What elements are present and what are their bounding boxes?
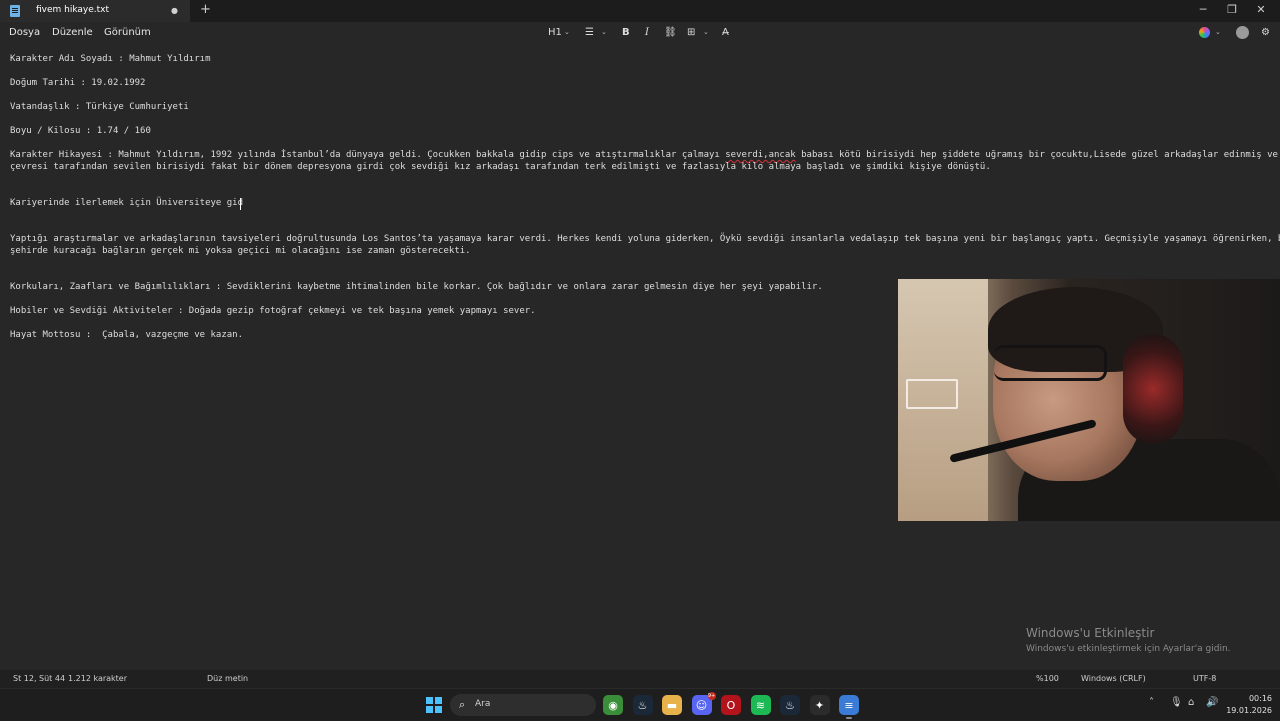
folder-icon[interactable]: ▬ bbox=[662, 695, 682, 715]
tab-fivem-hikaye[interactable]: fivem hikaye.txt ● bbox=[0, 0, 190, 22]
steam-icon[interactable]: ♨ bbox=[632, 695, 653, 715]
table-icon[interactable]: ⊞ bbox=[687, 27, 695, 38]
line-citizenship: Vatandaşlık : Türkiye Cumhuriyeti bbox=[10, 102, 189, 112]
text-caret bbox=[240, 198, 241, 210]
windows-start-icon[interactable] bbox=[426, 697, 442, 713]
unsaved-dot-icon[interactable]: ● bbox=[171, 6, 178, 15]
menu-view[interactable]: Görünüm bbox=[104, 27, 151, 38]
bold-button[interactable]: B bbox=[622, 27, 630, 38]
story-text-b: babası kötü birisiydi hep şiddete uğramı… bbox=[795, 150, 1278, 160]
line-endings[interactable]: Windows (CRLF) bbox=[1081, 674, 1146, 683]
notepad-icon[interactable]: ≡ bbox=[839, 695, 859, 719]
microphone-icon[interactable]: 🎙 bbox=[1170, 697, 1183, 708]
webcam-shelf bbox=[906, 379, 958, 409]
story-text-a: Karakter Hikayesi : Mahmut Yıldırım, 199… bbox=[10, 150, 726, 160]
line-motto: Hayat Mottosu : Çabala, vazgeçme ve kaza… bbox=[10, 330, 243, 340]
chevron-down-icon[interactable]: ⌄ bbox=[564, 28, 570, 36]
spotify-icon[interactable]: ≋ bbox=[750, 695, 771, 715]
webcam-overlay bbox=[898, 279, 1280, 521]
clock-date[interactable]: 19.01.2026 bbox=[1224, 706, 1272, 715]
line-story-1: Karakter Hikayesi : Mahmut Yıldırım, 199… bbox=[10, 150, 1278, 160]
encoding[interactable]: UTF-8 bbox=[1193, 674, 1216, 683]
chevron-up-icon[interactable]: ˄ bbox=[1149, 697, 1154, 708]
tab-title: fivem hikaye.txt bbox=[36, 5, 110, 15]
steam-icon-2[interactable]: ♨ bbox=[780, 695, 800, 715]
discord-icon[interactable]: ☺ 9+ bbox=[691, 692, 716, 715]
heading-button[interactable]: H1 bbox=[548, 27, 562, 38]
status-bar: St 12, Süt 44 1.212 karakter Düz metin %… bbox=[0, 670, 1280, 688]
fivem-icon[interactable]: ✦ bbox=[809, 695, 830, 715]
menu-file[interactable]: Dosya bbox=[9, 27, 40, 38]
menu-bar: Dosya Düzenle Görünüm H1 ⌄ ☰ ⌄ B I ⛓ ⊞ ⌄… bbox=[0, 22, 1280, 44]
webcam-glasses bbox=[994, 345, 1107, 381]
clear-formatting-icon[interactable]: A̶ bbox=[722, 27, 729, 38]
line-birth: Doğum Tarihi : 19.02.1992 bbox=[10, 78, 146, 88]
clock-time[interactable]: 00:16 bbox=[1242, 694, 1272, 703]
italic-button[interactable]: I bbox=[645, 27, 649, 38]
line-research-1: Yaptığı araştırmalar ve arkadaşlarının t… bbox=[10, 234, 1280, 244]
minimize-button[interactable]: ─ bbox=[1193, 3, 1213, 16]
opera-icon[interactable]: O bbox=[721, 695, 741, 715]
new-tab-button[interactable]: + bbox=[200, 2, 211, 17]
close-button[interactable]: ✕ bbox=[1251, 3, 1271, 16]
notification-badge: 9+ bbox=[707, 692, 716, 700]
chevron-down-icon[interactable]: ⌄ bbox=[1215, 28, 1221, 36]
taskbar-search[interactable]: ⌕ Ara bbox=[450, 694, 596, 716]
list-icon[interactable]: ☰ bbox=[585, 27, 594, 38]
activation-watermark-title: Windows'u Etkinleştir bbox=[1026, 626, 1155, 640]
line-research-2: şehirde kuracağı bağların gerçek mi yoks… bbox=[10, 246, 471, 256]
volume-icon[interactable]: 🔊 bbox=[1206, 697, 1218, 708]
search-icon: ⌕ bbox=[459, 698, 466, 711]
character-count: 1.212 karakter bbox=[68, 674, 128, 683]
chevron-down-icon[interactable]: ⌄ bbox=[601, 28, 607, 36]
text-format[interactable]: Düz metin bbox=[207, 674, 248, 683]
title-bar: fivem hikaye.txt ● + ─ ❐ ✕ bbox=[0, 0, 1280, 22]
gear-icon[interactable]: ⚙ bbox=[1261, 27, 1270, 38]
line-career: Kariyerinde ilerlemek için Üniversiteye … bbox=[10, 198, 243, 208]
menu-edit[interactable]: Düzenle bbox=[52, 27, 93, 38]
search-placeholder: Ara bbox=[475, 699, 491, 709]
avatar[interactable] bbox=[1236, 26, 1249, 39]
activation-watermark-subtitle: Windows'u etkinleştirmek için Ayarlar'a … bbox=[1026, 644, 1231, 654]
notepad-icon bbox=[10, 5, 20, 17]
chevron-down-icon[interactable]: ⌄ bbox=[703, 28, 709, 36]
line-story-2: çevresi tarafından sevilen birisiydi fak… bbox=[10, 162, 991, 172]
line-name: Karakter Adı Soyadı : Mahmut Yıldırım bbox=[10, 54, 211, 64]
zoom-level[interactable]: %100 bbox=[1036, 674, 1059, 683]
webcam-headset bbox=[1123, 334, 1183, 444]
copilot-icon[interactable] bbox=[1199, 27, 1210, 38]
link-icon[interactable]: ⛓ bbox=[664, 27, 677, 38]
cursor-position: St 12, Süt 44 bbox=[13, 674, 66, 683]
chrome-icon[interactable]: ◉ bbox=[603, 695, 623, 715]
line-hobbies: Hobiler ve Sevdiği Aktiviteler : Doğada … bbox=[10, 306, 536, 316]
line-height-weight: Boyu / Kilosu : 1.74 / 160 bbox=[10, 126, 151, 136]
line-fears: Korkuları, Zaafları ve Bağımlılıkları : … bbox=[10, 282, 823, 292]
maximize-button[interactable]: ❐ bbox=[1222, 3, 1242, 16]
taskbar: ⌕ Ara ◉ ♨ ▬ ☺ 9+ O ≋ ♨ ✦ ≡ ˄ 🎙 ⌂ 🔊 00:16 19.01.20… bbox=[0, 688, 1280, 721]
network-icon[interactable]: ⌂ bbox=[1188, 697, 1194, 708]
spelling-error[interactable]: severdi,ancak bbox=[725, 150, 795, 160]
